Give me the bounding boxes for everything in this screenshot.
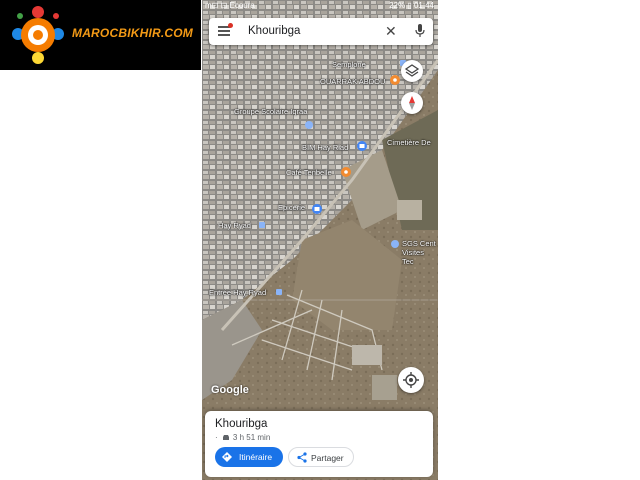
- my-location-button[interactable]: [398, 367, 424, 393]
- directions-icon: [222, 452, 232, 462]
- car-icon: [222, 435, 229, 440]
- layers-icon: [404, 64, 420, 77]
- logo-text: MAROCBIKHIR.COM: [72, 26, 193, 40]
- status-right: 22% ▯ 01:44: [389, 1, 434, 10]
- map-label-cimetiere[interactable]: Cimetière De: [387, 138, 431, 147]
- search-input[interactable]: Khouribga: [248, 25, 300, 37]
- map-label-hay-ryad[interactable]: Hay Ryad: [218, 221, 251, 230]
- share-label: Partager: [311, 453, 344, 463]
- menu-icon[interactable]: [218, 23, 233, 36]
- notification-dot: [228, 23, 233, 28]
- map-label-semplone[interactable]: Semplone: [332, 60, 366, 69]
- eta-row: · 3 h 51 min: [215, 433, 271, 442]
- map-label-cafe[interactable]: Café Tenbelle: [286, 168, 332, 177]
- map-label-sgs[interactable]: SGS Cent Visites Tec: [402, 239, 436, 266]
- share-button[interactable]: Partager: [288, 447, 354, 467]
- directions-label: Itinéraire: [239, 452, 273, 462]
- close-icon[interactable]: ✕: [385, 23, 397, 39]
- microphone-icon[interactable]: [415, 24, 425, 38]
- directions-button[interactable]: Itinéraire: [215, 447, 283, 467]
- map-label-epicerie[interactable]: Epicerie: [278, 203, 305, 212]
- eta-text: 3 h 51 min: [232, 433, 271, 442]
- compass-icon: [409, 96, 415, 110]
- status-left: m⊡ ⊡ Ecoura: [205, 1, 255, 10]
- watermark-logo: MAROCBIKHIR.COM: [0, 0, 201, 70]
- place-name: Khouribga: [215, 418, 268, 430]
- phone-screen: m⊡ ⊡ Ecoura 22% ▯ 01:44 Semplone OUARRAK…: [202, 0, 438, 480]
- layers-button[interactable]: [401, 60, 423, 82]
- map-label-bim[interactable]: BIM Hay Riad: [302, 143, 348, 152]
- compass-button[interactable]: [401, 92, 423, 114]
- google-logo: Google: [211, 384, 249, 396]
- map-label-entree-hay-ryad[interactable]: Entrée Hay Ryad: [209, 288, 266, 297]
- search-bar[interactable]: Khouribga ✕: [209, 18, 433, 45]
- status-bar: m⊡ ⊡ Ecoura 22% ▯ 01:44: [202, 0, 438, 12]
- logo-icon: [12, 6, 64, 64]
- share-icon: [297, 452, 307, 463]
- map-label-ouarrak[interactable]: OUARRAK ABDOU: [320, 77, 385, 86]
- map-label-groupe-scolaire[interactable]: Groupe Scolaire Iqraa: [234, 107, 307, 116]
- my-location-icon: [403, 372, 419, 388]
- place-card[interactable]: Khouribga · 3 h 51 min Itinéraire Partag…: [205, 411, 433, 477]
